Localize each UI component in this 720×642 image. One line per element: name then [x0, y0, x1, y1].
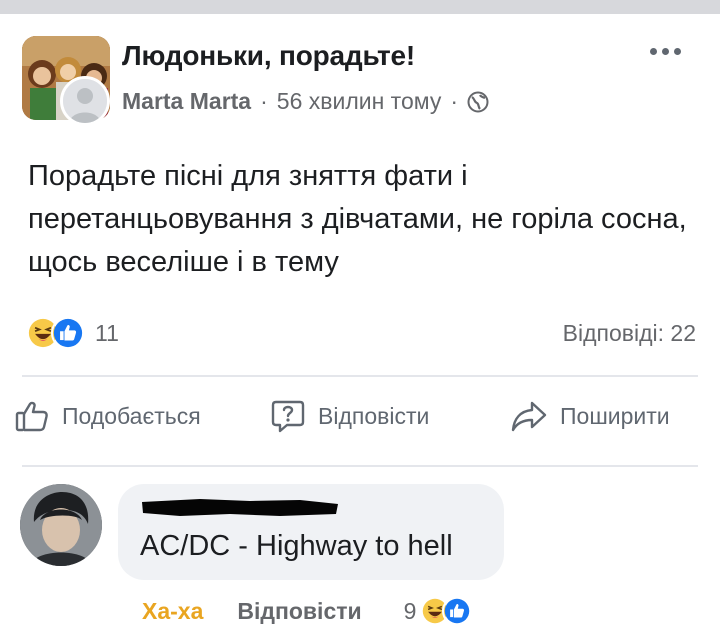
like-icon [51, 316, 85, 350]
post-actions: Подобається Відповісти Поширити [0, 398, 720, 448]
like-label: Подобається [62, 402, 201, 429]
author-avatar[interactable] [60, 76, 110, 126]
post-meta: Marta Marta · 56 хвилин тому · [122, 88, 489, 115]
top-strip [0, 0, 720, 14]
group-name[interactable]: Людоньки, порадьте! [122, 40, 415, 72]
comment-reaction-count[interactable]: 9 [404, 598, 417, 625]
reactions-summary[interactable]: 11 [26, 316, 119, 350]
author-name[interactable]: Marta Marta [122, 88, 251, 115]
post-timestamp[interactable]: 56 хвилин тому [277, 88, 442, 115]
commenter-avatar[interactable] [20, 484, 102, 566]
share-arrow-icon [511, 401, 547, 432]
comment-reactions[interactable] [420, 596, 473, 626]
thumbs-up-icon [15, 401, 48, 432]
like-icon [442, 596, 473, 626]
post-text: Порадьте пісні для зняття фати і перетан… [28, 160, 687, 278]
reaction-count: 11 [95, 319, 119, 346]
reply-button[interactable]: Відповісти [270, 398, 429, 434]
comment-text: AC/DC - Highway to hell [140, 530, 453, 562]
share-button[interactable]: Поширити [510, 398, 670, 434]
comment-reply-button[interactable]: Відповісти [237, 598, 361, 625]
meta-separator: · [260, 88, 268, 114]
divider [22, 375, 698, 377]
more-options-icon[interactable] [650, 48, 681, 55]
share-label: Поширити [560, 402, 670, 429]
reply-label: Відповісти [318, 402, 430, 429]
comment-footer: Ха-ха Відповісти 9 [142, 596, 473, 626]
comment-haha-button[interactable]: Ха-ха [142, 598, 203, 625]
replies-count[interactable]: Відповіді: 22 [563, 320, 696, 347]
divider [22, 465, 698, 467]
like-button[interactable]: Подобається [14, 398, 201, 434]
redacted-name-mark [142, 499, 338, 516]
question-bubble-icon [271, 400, 305, 433]
globe-icon [467, 91, 489, 113]
meta-separator: · [450, 88, 458, 114]
